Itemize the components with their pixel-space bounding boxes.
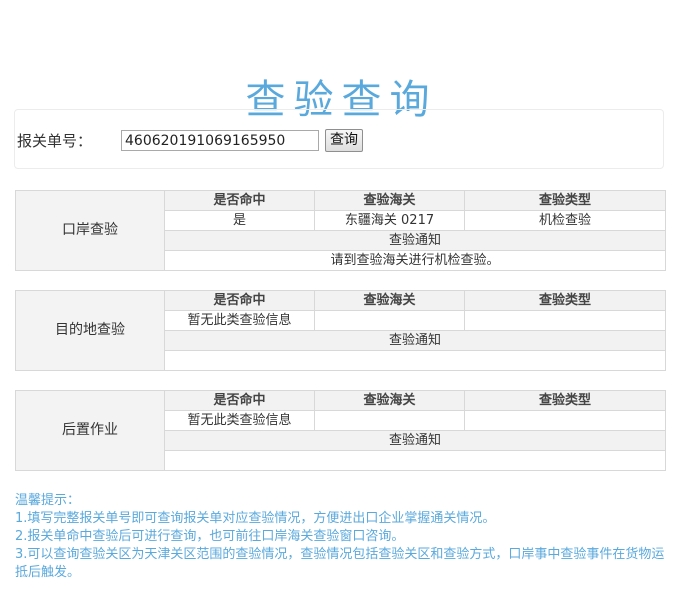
- column-header-type: 查验类型: [464, 390, 666, 411]
- notice-cell: [164, 450, 666, 471]
- category-cell: 后置作业: [15, 390, 165, 471]
- customs-cell: [314, 410, 465, 431]
- hit-cell: 是: [164, 210, 315, 231]
- column-header-customs: 查验海关: [314, 190, 465, 211]
- notice-header: 查验通知: [164, 230, 666, 251]
- declaration-number-input[interactable]: [121, 130, 319, 151]
- type-cell: [464, 310, 666, 331]
- column-header-type: 查验类型: [464, 190, 666, 211]
- customs-cell: [314, 310, 465, 331]
- table-row: 后置作业 是否命中 查验海关 查验类型: [15, 390, 666, 471]
- column-header-hit: 是否命中: [164, 190, 315, 211]
- table-row: 口岸查验 是否命中 查验海关 查验类型: [15, 190, 666, 271]
- tips-section: 温馨提示： 1.填写完整报关单号即可查询报关单对应查验情况，方便进出口企业掌握通…: [15, 492, 670, 582]
- column-header-hit: 是否命中: [164, 390, 315, 411]
- notice-header: 查验通知: [164, 430, 666, 451]
- notice-header: 查验通知: [164, 330, 666, 351]
- tips-heading: 温馨提示：: [15, 493, 81, 508]
- category-cell: 目的地查验: [15, 290, 165, 371]
- type-cell: 机检查验: [464, 210, 666, 231]
- notice-cell: 请到查验海关进行机检查验。: [164, 250, 666, 271]
- declaration-number-label: 报关单号：: [17, 132, 93, 150]
- column-header-customs: 查验海关: [314, 290, 465, 311]
- type-cell: [464, 410, 666, 431]
- post-operation-table: 后置作业 是否命中 查验海关 查验类型 暂无此类查验信息 查验通知: [15, 390, 666, 471]
- tip-item: 3.可以查询查验关区为天津关区范围的查验情况，查验情况包括查验关区和查验方式，口…: [15, 547, 665, 580]
- tip-item: 2.报关单命中查验后可进行查询，也可前往口岸海关查验窗口咨询。: [15, 529, 405, 544]
- customs-cell: 东疆海关 0217: [314, 210, 465, 231]
- column-header-customs: 查验海关: [314, 390, 465, 411]
- hit-cell: 暂无此类查验信息: [164, 410, 315, 431]
- port-inspection-table: 口岸查验 是否命中 查验海关 查验类型 是 东疆海关 0217 机检查验 查验通…: [15, 190, 666, 271]
- query-button[interactable]: 查询: [325, 129, 363, 152]
- hit-cell: 暂无此类查验信息: [164, 310, 315, 331]
- category-cell: 口岸查验: [15, 190, 165, 271]
- destination-inspection-table: 目的地查验 是否命中 查验海关 查验类型 暂无此类查验信息 查验通知: [15, 290, 666, 371]
- table-row: 目的地查验 是否命中 查验海关 查验类型: [15, 290, 666, 371]
- notice-cell: [164, 350, 666, 371]
- column-header-type: 查验类型: [464, 290, 666, 311]
- column-header-hit: 是否命中: [164, 290, 315, 311]
- search-panel: 报关单号： 查询: [14, 109, 664, 169]
- tip-item: 1.填写完整报关单号即可查询报关单对应查验情况，方便进出口企业掌握通关情况。: [15, 511, 496, 526]
